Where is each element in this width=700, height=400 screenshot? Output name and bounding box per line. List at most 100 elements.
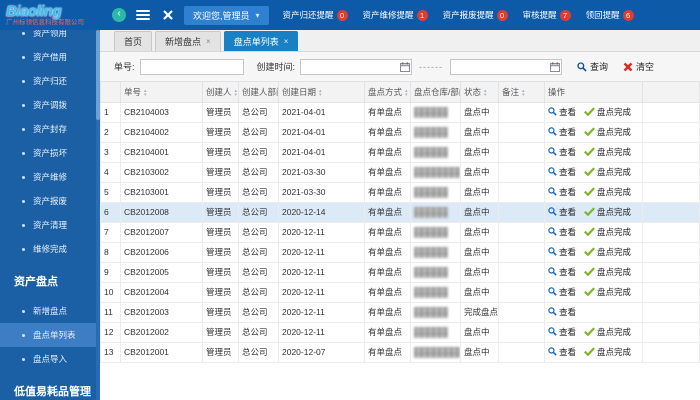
table-row[interactable]: 11CB2012003管理员总公司2020-12-11有单盘点完成盘点查看: [101, 302, 700, 322]
table-row[interactable]: 8CB2012006管理员总公司2020-12-11有单盘点盘点中查看盘点完成: [101, 242, 700, 262]
count-mode: 有单盘点: [365, 202, 411, 222]
column-header-备注[interactable]: 备注▴▾: [499, 82, 545, 102]
column-header-状态[interactable]: 状态▴▾: [461, 82, 499, 102]
table-row[interactable]: 5CB2103001管理员总公司2021-03-30有单盘点盘点中查看盘点完成: [101, 182, 700, 202]
sidebar-item-资产清理[interactable]: 资产清理: [0, 213, 100, 237]
sidebar-item-资产维修[interactable]: 资产维修: [0, 165, 100, 189]
table-row[interactable]: 9CB2012005管理员总公司2020-12-11有单盘点盘点中查看盘点完成: [101, 262, 700, 282]
tab-首页[interactable]: 首页: [114, 31, 152, 51]
notification-item[interactable]: 审核提醒7: [523, 9, 571, 21]
warehouse-cell: 理点: [411, 162, 461, 182]
view-action[interactable]: 查看: [548, 306, 576, 318]
complete-count-action[interactable]: 盘点完成: [584, 286, 631, 298]
create-date: 2020-12-11: [279, 282, 365, 302]
view-action[interactable]: 查看: [548, 106, 576, 118]
column-header-单号[interactable]: 单号▴▾: [121, 82, 203, 102]
order-number-input[interactable]: [140, 59, 244, 75]
tab-盘点单列表[interactable]: 盘点单列表×: [224, 31, 299, 51]
view-action[interactable]: 查看: [548, 346, 576, 358]
remark-cell: [499, 322, 545, 342]
close-all-tabs-icon[interactable]: [162, 9, 174, 21]
table-row[interactable]: 7CB2012007管理员总公司2020-12-11有单盘点盘点中查看盘点完成: [101, 222, 700, 242]
complete-count-action[interactable]: 盘点完成: [584, 226, 631, 238]
sidebar-item-资产领用[interactable]: 资产领用: [0, 30, 100, 45]
sidebar-item-label: 维修完成: [33, 243, 67, 255]
search-button[interactable]: 查询: [577, 60, 608, 73]
count-mode: 有单盘点: [365, 322, 411, 342]
column-header-创建日期[interactable]: 创建日期▴▾: [279, 82, 365, 102]
complete-count-action[interactable]: 盘点完成: [584, 166, 631, 178]
sidebar-item-资产封存[interactable]: 资产封存: [0, 117, 100, 141]
date-to-input[interactable]: [450, 59, 562, 75]
sidebar-item-维修完成[interactable]: 维修完成: [0, 237, 100, 261]
search-icon: [548, 347, 557, 356]
sidebar-item-资产借用[interactable]: 资产借用: [0, 45, 100, 69]
notification-item[interactable]: 资产归还提醒0: [283, 9, 348, 21]
sidebar-item-新增盘点[interactable]: 新增盘点: [0, 299, 100, 323]
view-action[interactable]: 查看: [548, 166, 576, 178]
creator: 管理员: [203, 262, 239, 282]
table-row[interactable]: 12CB2012002管理员总公司2020-12-11有单盘点盘点中查看盘点完成: [101, 322, 700, 342]
view-action[interactable]: 查看: [548, 146, 576, 158]
view-action[interactable]: 查看: [548, 186, 576, 198]
sidebar-item-资产报废[interactable]: 资产报废: [0, 189, 100, 213]
search-icon: [548, 307, 557, 316]
table-row[interactable]: 13CB2012001管理员总公司2020-12-07有单盘点理点盘点中查看盘点…: [101, 342, 700, 362]
complete-action-label: 盘点完成: [597, 146, 631, 158]
notification-item[interactable]: 资产维修提醒1: [363, 9, 428, 21]
creator-dept: 总公司: [239, 242, 279, 262]
date-from-input[interactable]: [300, 59, 412, 75]
complete-count-action[interactable]: 盘点完成: [584, 326, 631, 338]
main-content: 首页新增盘点×盘点单列表× 单号: 创建时间: ------: [100, 30, 700, 400]
menu-icon[interactable]: [136, 10, 150, 20]
complete-count-action[interactable]: 盘点完成: [584, 126, 631, 138]
column-header-盘点方式[interactable]: 盘点方式▴▾: [365, 82, 411, 102]
create-date: 2020-12-11: [279, 262, 365, 282]
complete-count-action[interactable]: 盘点完成: [584, 186, 631, 198]
view-action[interactable]: 查看: [548, 286, 576, 298]
creator: 管理员: [203, 302, 239, 322]
clear-button[interactable]: 清空: [623, 60, 654, 73]
complete-count-action[interactable]: 盘点完成: [584, 266, 631, 278]
tab-close-icon[interactable]: ×: [206, 37, 211, 46]
sidebar-item-资产调拨[interactable]: 资产调拨: [0, 93, 100, 117]
table-row[interactable]: 6CB2012008管理员总公司2020-12-14有单盘点盘点中查看盘点完成: [101, 202, 700, 222]
complete-count-action[interactable]: 盘点完成: [584, 246, 631, 258]
table-row[interactable]: 1CB2104003管理员总公司2021-04-01有单盘点盘点中查看盘点完成: [101, 102, 700, 122]
view-action[interactable]: 查看: [548, 226, 576, 238]
complete-count-action[interactable]: 盘点完成: [584, 106, 631, 118]
tab-label: 首页: [124, 35, 142, 48]
sidebar-item-资产损坏[interactable]: 资产损坏: [0, 141, 100, 165]
tab-新增盘点[interactable]: 新增盘点×: [155, 31, 221, 51]
table-row[interactable]: 3CB2104001管理员总公司2021-04-01有单盘点盘点中查看盘点完成: [101, 142, 700, 162]
remark-cell: [499, 102, 545, 122]
column-header-盘点仓库/部门[interactable]: 盘点仓库/部门▴▾: [411, 82, 461, 102]
view-action[interactable]: 查看: [548, 326, 576, 338]
sidebar-item-盘点单列表[interactable]: 盘点单列表: [0, 323, 100, 347]
table-row[interactable]: 2CB2104002管理员总公司2021-04-01有单盘点盘点中查看盘点完成: [101, 122, 700, 142]
column-header-创建人部门[interactable]: 创建人部门▴▾: [239, 82, 279, 102]
table-row[interactable]: 10CB2012004管理员总公司2020-12-11有单盘点盘点中查看盘点完成: [101, 282, 700, 302]
view-action[interactable]: 查看: [548, 246, 576, 258]
user-menu-button[interactable]: 欢迎您,管理员 ▾: [184, 6, 269, 25]
tab-close-icon[interactable]: ×: [284, 37, 289, 46]
redacted-warehouse: [414, 227, 448, 238]
complete-count-action[interactable]: 盘点完成: [584, 146, 631, 158]
view-action[interactable]: 查看: [548, 206, 576, 218]
column-header-创建人[interactable]: 创建人▴▾: [203, 82, 239, 102]
calendar-icon[interactable]: [400, 62, 410, 74]
complete-count-action[interactable]: 盘点完成: [584, 346, 631, 358]
count-mode: 有单盘点: [365, 122, 411, 142]
filler-cell: [643, 222, 700, 242]
table-row[interactable]: 4CB2103002管理员总公司2021-03-30有单盘点理点盘点中查看盘点完…: [101, 162, 700, 182]
notification-item[interactable]: 资产报废提醒0: [443, 9, 508, 21]
sidebar-item-资产归还[interactable]: 资产归还: [0, 69, 100, 93]
sidebar-item-盘点导入[interactable]: 盘点导入: [0, 347, 100, 371]
view-action[interactable]: 查看: [548, 126, 576, 138]
notification-item[interactable]: 领回提醒6: [586, 9, 634, 21]
view-action[interactable]: 查看: [548, 266, 576, 278]
complete-count-action[interactable]: 盘点完成: [584, 206, 631, 218]
action-cell: 查看盘点完成: [545, 242, 643, 262]
sidebar-collapse-button[interactable]: ‹: [112, 8, 126, 22]
calendar-icon[interactable]: [550, 62, 560, 74]
